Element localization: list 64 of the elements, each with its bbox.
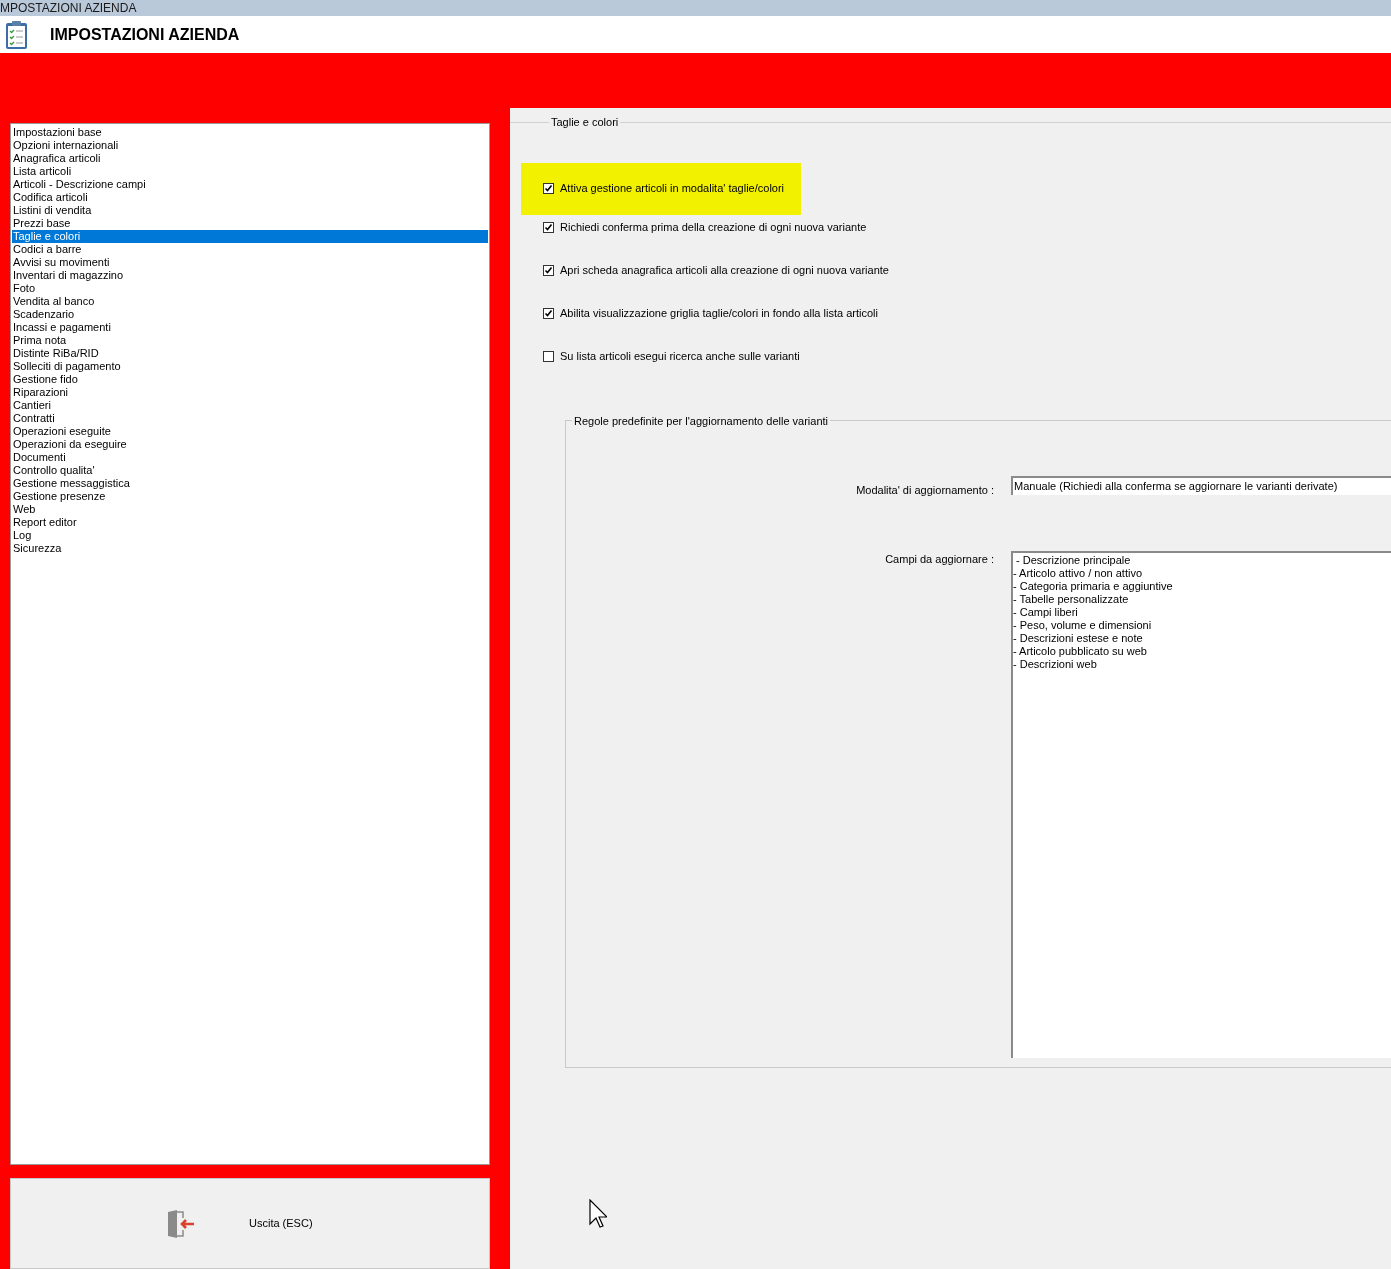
exit-door-icon — [167, 1208, 195, 1239]
field-line: - Campi liberi — [1013, 605, 1078, 619]
checkbox[interactable] — [543, 350, 554, 362]
checkbox-label[interactable]: Abilita visualizzazione griglia taglie/colori in fondo alla lista articoli — [560, 304, 878, 322]
list-item[interactable]: Web — [12, 503, 488, 516]
checkbox[interactable] — [543, 221, 554, 233]
list-item[interactable]: Operazioni eseguite — [12, 425, 488, 438]
field-line: - Categoria primaria e aggiuntive — [1013, 579, 1173, 593]
checkbox[interactable] — [543, 183, 554, 194]
list-item[interactable]: Documenti — [12, 451, 488, 464]
window-title: MPOSTAZIONI AZIENDA — [0, 2, 137, 14]
list-item[interactable]: Riparazioni — [12, 386, 488, 399]
list-item[interactable]: Impostazioni base — [12, 126, 488, 139]
list-item[interactable]: Codici a barre — [12, 243, 488, 256]
list-item[interactable]: Report editor — [12, 516, 488, 529]
checkbox-label[interactable]: Apri scheda anagrafica articoli alla creazione di ogni nuova variante — [560, 261, 889, 279]
list-item[interactable]: Distinte RiBa/RID — [12, 347, 488, 360]
field-label: Campi da aggiornare : — [884, 551, 994, 567]
list-item[interactable]: Scadenzario — [12, 308, 488, 321]
clipboard-icon — [5, 19, 28, 50]
fields-text-area[interactable] — [1011, 550, 1391, 1058]
exit-button[interactable]: Uscita (ESC) — [10, 1178, 490, 1269]
list-item[interactable]: Cantieri — [12, 399, 488, 412]
checkbox[interactable] — [543, 264, 554, 276]
field-line: - Articolo attivo / non attivo — [1013, 566, 1142, 580]
field-line: - Tabelle personalizzate — [1013, 592, 1129, 606]
list-item[interactable]: Log — [12, 529, 488, 542]
list-item[interactable]: Articoli - Descrizione campi — [12, 178, 488, 191]
list-item[interactable]: Controllo qualita' — [12, 464, 488, 477]
field-line: - Descrizioni web — [1013, 657, 1097, 671]
list-item[interactable]: Gestione presenze — [12, 490, 488, 503]
list-item[interactable]: Taglie e colori — [12, 230, 488, 243]
panel-title: Taglie e colori — [550, 115, 620, 130]
mouse-cursor-icon — [589, 1199, 607, 1228]
list-item[interactable]: Operazioni da eseguire — [12, 438, 488, 451]
list-item[interactable]: Vendita al banco — [12, 295, 488, 308]
list-item[interactable]: Lista articoli — [12, 165, 488, 178]
field-line: - Descrizioni estese e note — [1013, 631, 1143, 645]
checkbox-label[interactable]: Su lista articoli esegui ricerca anche sulle varianti — [560, 347, 800, 365]
list-item[interactable]: Inventari di magazzino — [12, 269, 488, 282]
list-item[interactable]: Incassi e pagamenti — [12, 321, 488, 334]
list-item[interactable]: Gestione fido — [12, 373, 488, 386]
field-label: Modalita' di aggiornamento : — [855, 483, 994, 498]
header-title: IMPOSTAZIONI AZIENDA — [50, 24, 240, 45]
list-item[interactable]: Prima nota — [12, 334, 488, 347]
checkbox[interactable] — [543, 307, 554, 319]
checkbox-label[interactable]: Richiedi conferma prima della creazione di ogni nuova variante — [560, 218, 867, 236]
list-item[interactable]: Foto — [12, 282, 488, 295]
list-item[interactable]: Prezzi base — [12, 217, 488, 230]
list-item[interactable]: Gestione messaggistica — [12, 477, 488, 490]
list-item[interactable]: Avvisi su movimenti — [12, 256, 488, 269]
list-item[interactable]: Listini di vendita — [12, 204, 488, 217]
group-title: Regole predefinite per l'aggiornamento delle varianti — [573, 413, 830, 429]
checkbox-label[interactable]: Attiva gestione articoli in modalita' taglie/colori — [560, 180, 785, 197]
list-item[interactable]: Sicurezza — [12, 542, 488, 555]
list-item[interactable]: Solleciti di pagamento — [12, 360, 488, 373]
field-line: - Articolo pubblicato su web — [1013, 644, 1147, 658]
field-line: - Descrizione principale — [1015, 553, 1131, 567]
list-item[interactable]: Opzioni internazionali — [12, 139, 488, 152]
list-item[interactable]: Codifica articoli — [12, 191, 488, 204]
list-item[interactable]: Contratti — [12, 412, 488, 425]
list-item[interactable]: Anagrafica articoli — [12, 152, 488, 165]
update-mode-field[interactable]: Manuale (Richiedi alla conferma se aggiornare le varianti derivate) — [1011, 476, 1391, 495]
field-line: - Peso, volume e dimensioni — [1013, 618, 1152, 632]
